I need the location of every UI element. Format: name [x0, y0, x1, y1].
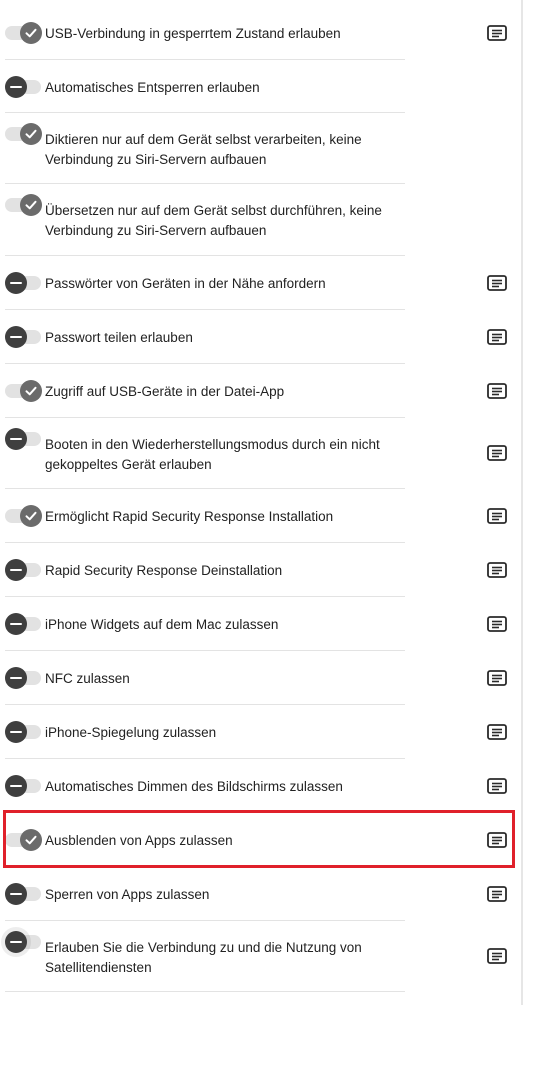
setting-label: Sperren von Apps zulassen [45, 887, 210, 902]
setting-toggle[interactable] [5, 775, 43, 797]
checkmark-icon [20, 380, 42, 402]
setting-row: Sperren von Apps zulassen [0, 867, 520, 921]
setting-row: Ermöglicht Rapid Security Response Insta… [0, 489, 520, 543]
checkmark-icon [20, 829, 42, 851]
checkmark-icon [20, 505, 42, 527]
setting-row: USB-Verbindung in gesperrtem Zustand erl… [0, 6, 520, 60]
scrollbar[interactable] [521, 0, 523, 1005]
info-card-icon[interactable] [487, 383, 507, 399]
setting-row: Ausblenden von Apps zulassen [0, 813, 520, 867]
setting-label: Ausblenden von Apps zulassen [45, 833, 233, 848]
setting-label: Passwörter von Geräten in der Nähe anfor… [45, 276, 326, 291]
setting-toggle[interactable] [5, 76, 43, 98]
setting-row: Booten in den Wiederherstellungsmodus du… [0, 418, 520, 489]
setting-toggle[interactable] [5, 505, 43, 527]
setting-toggle[interactable] [5, 326, 43, 348]
minus-icon [5, 272, 27, 294]
minus-icon [5, 559, 27, 581]
setting-row: Zugriff auf USB-Geräte in der Datei-App [0, 364, 520, 418]
setting-row: Automatisches Dimmen des Bildschirms zul… [0, 759, 520, 813]
setting-row: Passwörter von Geräten in der Nähe anfor… [0, 256, 520, 310]
setting-row: Passwort teilen erlauben [0, 310, 520, 364]
setting-row: NFC zulassen [0, 651, 520, 705]
row-divider [5, 991, 405, 992]
setting-label: iPhone-Spiegelung zulassen [45, 725, 217, 740]
setting-row: Diktieren nur auf dem Gerät selbst verar… [0, 113, 520, 184]
setting-row: Erlauben Sie die Verbindung zu und die N… [0, 921, 520, 992]
info-card-icon[interactable] [487, 616, 507, 632]
setting-row: Automatisches Entsperren erlauben [0, 60, 520, 113]
setting-label: Zugriff auf USB-Geräte in der Datei-App [45, 384, 285, 399]
setting-toggle[interactable] [5, 559, 43, 581]
minus-icon [5, 667, 27, 689]
info-card-icon[interactable] [487, 562, 507, 578]
setting-row: Rapid Security Response Deinstallation [0, 543, 520, 597]
setting-label: Ermöglicht Rapid Security Response Insta… [45, 509, 334, 524]
setting-toggle[interactable] [5, 613, 43, 635]
setting-label: iPhone Widgets auf dem Mac zulassen [45, 617, 279, 632]
checkmark-icon [20, 123, 42, 145]
setting-label: Rapid Security Response Deinstallation [45, 563, 283, 578]
setting-toggle[interactable] [5, 829, 43, 851]
setting-row: iPhone Widgets auf dem Mac zulassen [0, 597, 520, 651]
minus-icon [5, 721, 27, 743]
info-card-icon[interactable] [487, 724, 507, 740]
setting-toggle[interactable] [5, 123, 43, 145]
info-card-icon[interactable] [487, 778, 507, 794]
setting-label: Erlauben Sie die Verbindung zu und die N… [45, 940, 362, 975]
minus-icon [5, 931, 27, 953]
info-card-icon[interactable] [487, 445, 507, 461]
setting-label: Automatisches Dimmen des Bildschirms zul… [45, 779, 343, 794]
setting-label: Diktieren nur auf dem Gerät selbst verar… [45, 132, 362, 167]
minus-icon [5, 428, 27, 450]
setting-toggle[interactable] [5, 931, 43, 953]
minus-icon [5, 76, 27, 98]
setting-label: USB-Verbindung in gesperrtem Zustand erl… [45, 26, 341, 41]
minus-icon [5, 775, 27, 797]
minus-icon [5, 613, 27, 635]
checkmark-icon [20, 194, 42, 216]
setting-label: Passwort teilen erlauben [45, 330, 193, 345]
info-card-icon[interactable] [487, 886, 507, 902]
setting-label: Automatisches Entsperren erlauben [45, 80, 260, 95]
info-card-icon[interactable] [487, 329, 507, 345]
setting-toggle[interactable] [5, 380, 43, 402]
setting-label: NFC zulassen [45, 671, 130, 686]
info-card-icon[interactable] [487, 948, 507, 964]
setting-toggle[interactable] [5, 721, 43, 743]
info-card-icon[interactable] [487, 670, 507, 686]
setting-toggle[interactable] [5, 22, 43, 44]
setting-label: Übersetzen nur auf dem Gerät selbst durc… [45, 203, 382, 238]
checkmark-icon [20, 22, 42, 44]
setting-toggle[interactable] [5, 667, 43, 689]
setting-toggle[interactable] [5, 428, 43, 450]
minus-icon [5, 883, 27, 905]
minus-icon [5, 326, 27, 348]
info-card-icon[interactable] [487, 275, 507, 291]
setting-toggle[interactable] [5, 194, 43, 216]
info-card-icon[interactable] [487, 832, 507, 848]
setting-row: iPhone-Spiegelung zulassen [0, 705, 520, 759]
setting-row: Übersetzen nur auf dem Gerät selbst durc… [0, 184, 520, 256]
setting-label: Booten in den Wiederherstellungsmodus du… [45, 437, 380, 472]
setting-toggle[interactable] [5, 272, 43, 294]
info-card-icon[interactable] [487, 25, 507, 41]
info-card-icon[interactable] [487, 508, 507, 524]
setting-toggle[interactable] [5, 883, 43, 905]
